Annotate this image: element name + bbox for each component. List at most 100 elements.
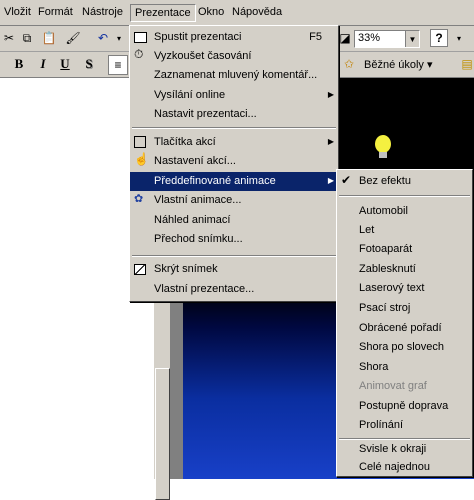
underline-button[interactable]: U [56,55,74,73]
anim-none-item[interactable]: ✔ Bez efektu [337,172,472,191]
anim-chart-label: Animovat graf [359,380,427,392]
anim-typewriter-item[interactable]: Psací stroj [337,299,472,318]
menu-format[interactable]: Formát [38,6,73,18]
hide-slide-item[interactable]: Skrýt snímek [130,260,338,279]
anim-fly-label: Let [359,224,375,236]
bold-button[interactable]: B [10,55,28,73]
anim-car-item[interactable]: Automobil [337,202,472,221]
record-narration-item[interactable]: Zaznamenat mluvený komentář... [130,66,338,85]
online-broadcast-item[interactable]: Vysílání online ▶ [130,86,338,105]
anim-flash-item[interactable]: Zablesknutí [337,260,472,279]
anim-camera-label: Fotoaparát [359,243,413,255]
custom-animation-label: Vlastní animace... [154,194,242,206]
anim-all-at-once-label: Celé najednou [359,461,430,473]
animation-preview-item[interactable]: Náhled animací [130,211,338,230]
menu-okno[interactable]: Okno [198,6,224,18]
scrollbar-thumb[interactable] [155,368,170,500]
anim-wipe-right-item[interactable]: Postupně doprava [337,397,472,416]
anim-drop-words-item[interactable]: Shora po slovech [337,338,472,357]
format-painter-icon[interactable]: 🖌 [64,29,82,47]
rehearse-timings-label: Vyzkoušet časování [154,50,252,62]
submenu-arrow-icon: ▶ [327,90,334,99]
action-settings-label: Nastavení akcí... [154,155,236,167]
action-buttons-item[interactable]: Tlačítka akcí ▶ [130,133,338,152]
hide-slide-label: Skrýt snímek [154,263,218,275]
setup-show-label: Nastavit prezentaci... [154,108,257,120]
toolbar-options-icon[interactable]: ▾ [450,29,468,47]
zoom-select[interactable]: 33% ▼ [354,30,420,48]
anim-split-item[interactable]: Svisle k okraji [337,440,472,459]
anim-none-label: Bez efektu [359,175,411,187]
anim-drop-item[interactable]: Shora [337,358,472,377]
action-settings-item[interactable]: ☝ Nastavení akcí... [130,152,338,171]
menu-prezentace[interactable]: Prezentace [130,4,196,22]
paste-icon[interactable]: 📋 [40,29,58,47]
slide-transition-label: Přechod snímku... [154,233,243,245]
setup-show-item[interactable]: Nastavit prezentaci... [130,105,338,124]
animation-preview-label: Náhled animací [154,214,231,226]
anim-chart-item: Animovat graf [337,377,472,396]
menu-separator [339,195,470,197]
slideshow-icon [134,32,147,43]
stopwatch-icon: ⏱ [134,47,144,61]
rehearse-timings-item[interactable]: ⏱ Vyzkoušet časování [130,47,338,66]
copy-icon[interactable]: ⧉ [18,29,36,47]
slide-transition-item[interactable]: Přechod snímku... [130,230,338,249]
shortcut-f5: F5 [309,31,322,43]
italic-button[interactable]: I [34,55,52,73]
checkmark-icon: ✔ [341,173,352,187]
action-buttons-label: Tlačítka akcí [154,136,216,148]
menu-nastroje[interactable]: Nástroje [82,6,123,18]
anim-car-label: Automobil [359,205,408,217]
record-narration-label: Zaznamenat mluvený komentář... [154,69,318,81]
menu-napoveda[interactable]: Nápověda [232,6,282,18]
chevron-down-icon: ▼ [405,31,419,47]
tasks-menu[interactable]: Běžné úkoly ▾ [364,58,433,71]
custom-animation-item[interactable]: ✿ Vlastní animace... [130,191,338,210]
presentation-menu: Spustit prezentaci F5 ⏱ Vyzkoušet časová… [129,25,339,302]
anim-all-at-once-item[interactable]: Celé najednou [337,458,472,477]
cut-icon[interactable]: ✂ [0,29,18,47]
submenu-arrow-icon: ▶ [327,137,334,146]
tasks-label: Běžné úkoly [364,59,424,71]
start-slideshow-label: Spustit prezentaci [154,31,242,43]
new-slide-icon[interactable]: ▤ [458,55,474,73]
anim-fly-item[interactable]: Let [337,221,472,240]
shadow-button[interactable]: S [80,55,98,73]
anim-dissolve-label: Prolínání [359,419,404,431]
anim-flash-label: Zablesknutí [359,263,416,275]
preset-animation-label: Předdefinované animace [154,175,276,187]
custom-show-label: Vlastní prezentace... [154,283,255,295]
anim-reverse-item[interactable]: Obrácené pořadí [337,319,472,338]
menu-separator [132,255,336,257]
anim-drop-label: Shora [359,361,389,373]
menu-vlozit[interactable]: Vložit [4,6,31,18]
anim-wipe-right-label: Postupně doprava [359,400,449,412]
align-left-icon[interactable]: ≡ [108,55,128,75]
hide-slide-icon [134,264,146,275]
anim-laser-label: Laserový text [359,282,425,294]
online-broadcast-label: Vysílání online [154,89,226,101]
anim-typewriter-label: Psací stroj [359,302,411,314]
help-icon[interactable]: ? [430,29,448,47]
anim-dissolve-item[interactable]: Prolínání [337,416,472,435]
action-settings-icon: ☝ [134,152,149,166]
action-button-icon [134,136,146,148]
undo-dropdown-icon[interactable]: ▾ [110,29,128,47]
menu-separator [132,127,336,129]
anim-split-label: Svisle k okraji [359,443,427,455]
anim-reverse-label: Obrácené pořadí [359,322,442,334]
anim-laser-item[interactable]: Laserový text [337,279,472,298]
tasks-star-icon[interactable]: ✩ [340,55,358,73]
custom-animation-icon: ✿ [134,193,144,205]
lightbulb-icon [375,135,391,158]
submenu-arrow-icon: ▶ [327,176,334,185]
zoom-value: 33% [358,32,381,44]
anim-camera-item[interactable]: Fotoaparát [337,240,472,259]
start-slideshow-item[interactable]: Spustit prezentaci F5 [130,28,338,47]
preset-animation-submenu: ✔ Bez efektu Automobil Let Fotoaparát Za… [336,169,473,477]
preset-animation-item[interactable]: Předdefinované animace ▶ [130,172,338,191]
anim-drop-words-label: Shora po slovech [359,341,444,353]
custom-show-item[interactable]: Vlastní prezentace... [130,280,338,299]
menu-bar: Vložit Formát Nástroje Prezentace Okno N… [0,0,474,26]
